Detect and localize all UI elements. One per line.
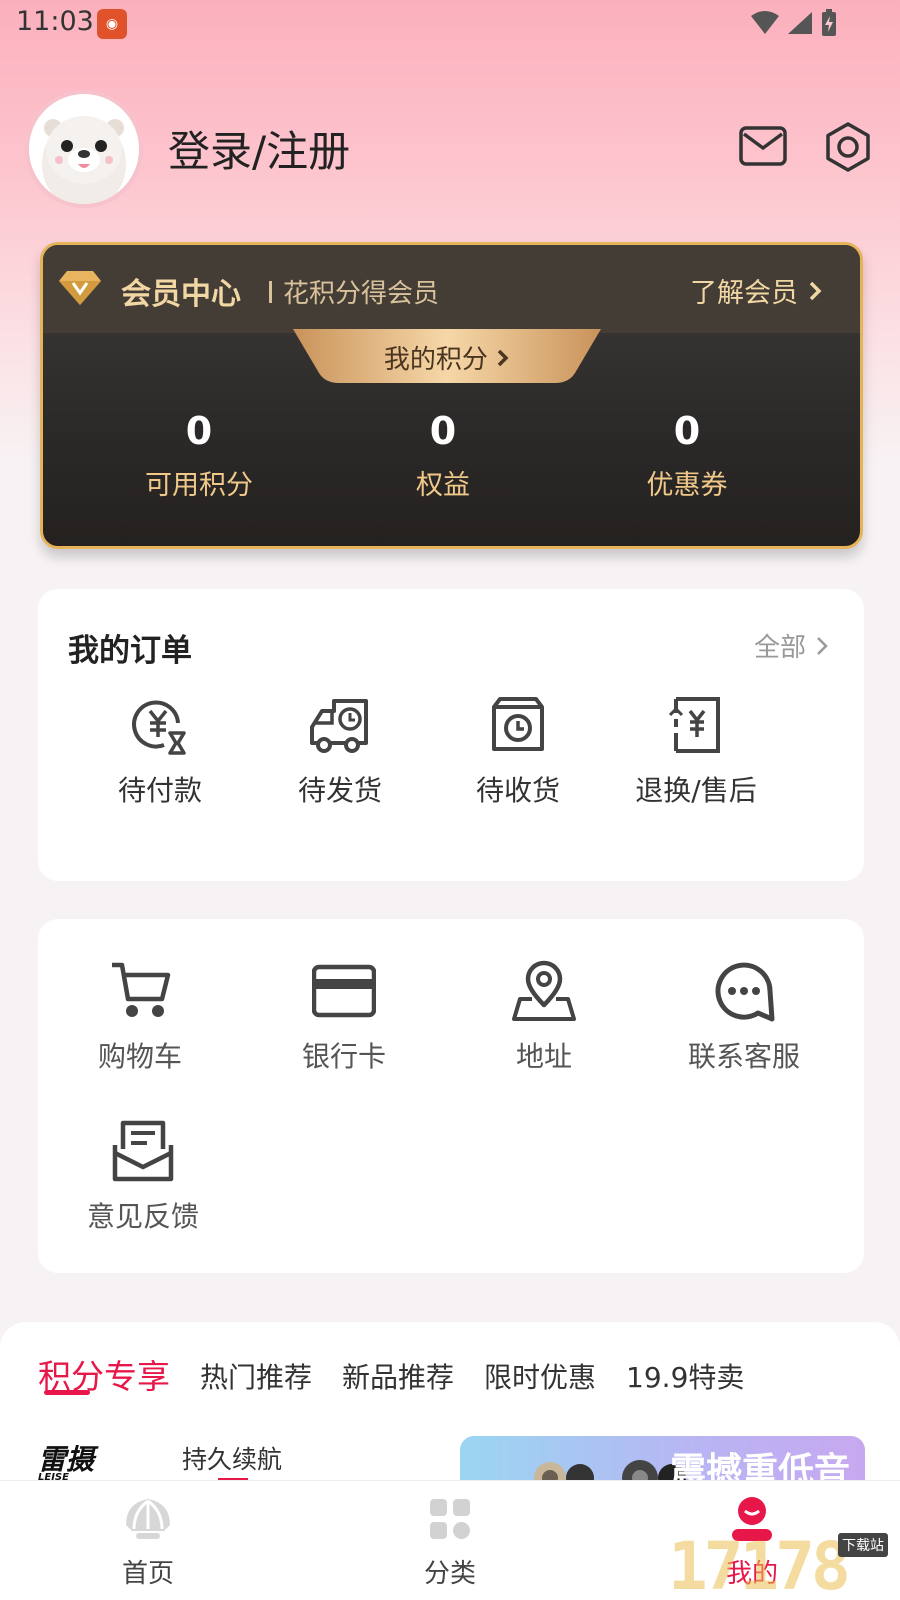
stat-value: 0 <box>673 409 701 453</box>
status-bar: 11:03 ◉ <box>0 0 900 48</box>
chevron-right-icon <box>809 281 822 300</box>
tool-bank-card[interactable]: 银行卡 <box>284 959 404 1075</box>
brand-logo: 雷摄 LEISE <box>38 1438 94 1483</box>
login-register-link[interactable]: 登录/注册 <box>168 118 350 179</box>
order-label: 待收货 <box>475 774 560 807</box>
status-icons <box>750 8 838 38</box>
site-watermark-badge: 下载站 <box>838 1533 888 1557</box>
member-divider <box>269 281 272 303</box>
stat-label: 可用积分 <box>145 470 253 501</box>
my-orders-panel: 我的订单 全部 待付款 待发货 待收货 退换/售后 <box>38 589 864 881</box>
order-after-sales[interactable]: 退换/售后 <box>626 693 766 809</box>
order-label: 退换/售后 <box>635 774 757 807</box>
order-label: 待付款 <box>117 774 202 807</box>
tool-label: 意见反馈 <box>86 1200 199 1233</box>
member-center-title: 会员中心 <box>121 277 241 312</box>
category-grid-icon <box>430 1499 470 1539</box>
chevron-right-icon <box>817 636 828 655</box>
tab-hot-recommend[interactable]: 热门推荐 <box>200 1356 312 1398</box>
member-subtitle: 花积分得会员 <box>283 279 440 309</box>
battery-charging-icon <box>822 9 836 36</box>
pending-payment-icon <box>132 700 186 755</box>
stat-coupons[interactable]: 0 优惠券 <box>627 405 747 502</box>
tool-cart[interactable]: 购物车 <box>80 959 200 1075</box>
tool-address[interactable]: 地址 <box>484 959 604 1075</box>
nav-label: 分类 <box>423 1559 476 1589</box>
order-pending-payment[interactable]: 待付款 <box>100 693 220 809</box>
address-icon <box>512 960 576 1021</box>
tool-label: 购物车 <box>97 1040 182 1073</box>
learn-membership-link[interactable]: 了解会员 <box>690 271 822 310</box>
site-watermark: 17178 <box>668 1528 851 1600</box>
order-pending-shipment[interactable]: 待发货 <box>280 693 400 809</box>
pending-receipt-icon <box>492 697 544 751</box>
my-points-button[interactable]: 我的积分 <box>293 339 601 376</box>
tool-label: 联系客服 <box>687 1040 800 1073</box>
nav-label: 首页 <box>121 1559 174 1589</box>
nav-home[interactable]: 首页 <box>88 1495 208 1590</box>
tool-customer-service[interactable]: 联系客服 <box>676 959 812 1075</box>
feedback-icon <box>112 1120 174 1182</box>
feed-tabs: 积分专享 热门推荐 新品推荐 限时优惠 19.9特卖 <box>38 1350 744 1398</box>
home-shell-icon <box>126 1499 170 1539</box>
signal-icon <box>788 12 812 34</box>
nav-category[interactable]: 分类 <box>390 1495 510 1590</box>
pending-shipment-icon <box>310 699 368 753</box>
chevron-right-icon <box>497 349 509 367</box>
weibo-notification-icon: ◉ <box>97 9 127 39</box>
tab-special-sale[interactable]: 19.9特卖 <box>626 1356 744 1398</box>
stat-value: 0 <box>429 409 457 453</box>
learn-membership-label: 了解会员 <box>690 278 798 309</box>
all-orders-label: 全部 <box>753 633 806 663</box>
tool-label: 银行卡 <box>301 1040 386 1073</box>
stat-value: 0 <box>185 409 213 453</box>
wifi-icon <box>751 11 779 34</box>
member-center-card[interactable]: 会员中心 花积分得会员 了解会员 我的积分 0 可用积分 0 权益 0 优惠券 <box>40 242 863 549</box>
status-time: 11:03 <box>16 6 94 37</box>
bank-card-icon <box>311 964 377 1018</box>
cart-icon <box>112 962 171 1017</box>
product-title[interactable]: 持久续航 <box>182 1440 282 1476</box>
stat-label: 权益 <box>416 470 470 501</box>
settings-icon[interactable] <box>822 121 874 173</box>
after-sales-icon <box>668 697 720 753</box>
tool-label: 地址 <box>515 1040 572 1073</box>
all-orders-link[interactable]: 全部 <box>754 627 828 664</box>
avatar[interactable] <box>25 90 143 208</box>
active-tab-indicator <box>44 1390 90 1395</box>
my-orders-title: 我的订单 <box>68 633 192 669</box>
tools-panel: 购物车 银行卡 地址 联系客服 意见反馈 <box>38 919 864 1273</box>
member-card-header: 会员中心 花积分得会员 了解会员 <box>43 245 860 333</box>
diamond-icon <box>59 271 101 305</box>
tool-feedback[interactable]: 意见反馈 <box>80 1119 206 1235</box>
order-label: 待发货 <box>297 774 382 807</box>
stat-available-points[interactable]: 0 可用积分 <box>139 405 259 502</box>
otter-avatar-image <box>42 116 126 204</box>
customer-service-icon <box>715 962 775 1022</box>
stat-label: 优惠券 <box>646 470 728 501</box>
my-points-label: 我的积分 <box>383 345 488 375</box>
mail-icon[interactable] <box>738 124 788 168</box>
tab-new-recommend[interactable]: 新品推荐 <box>342 1356 454 1398</box>
tab-limited-offer[interactable]: 限时优惠 <box>484 1356 596 1398</box>
stat-benefits[interactable]: 0 权益 <box>383 405 503 502</box>
order-pending-receipt[interactable]: 待收货 <box>458 693 578 809</box>
